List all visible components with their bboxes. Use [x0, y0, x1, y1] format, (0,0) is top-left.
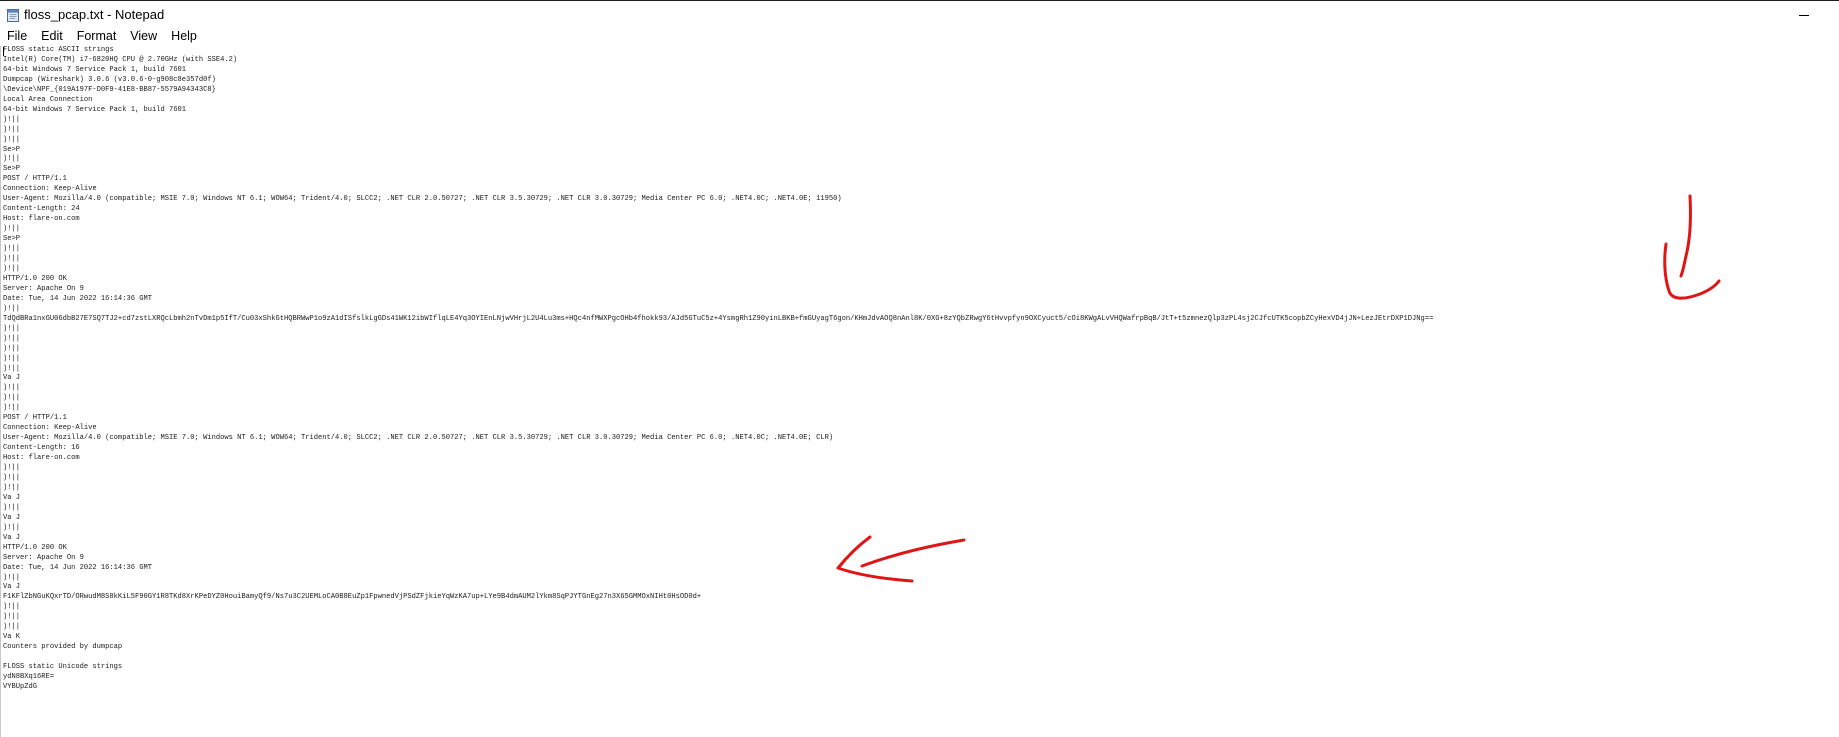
title-bar[interactable]: floss_pcap.txt - Notepad: [0, 1, 1839, 29]
menu-bar: File Edit Format View Help: [0, 27, 1839, 45]
notepad-icon: [6, 8, 20, 22]
menu-edit[interactable]: Edit: [34, 27, 70, 45]
menu-help[interactable]: Help: [164, 27, 204, 45]
menu-view[interactable]: View: [123, 27, 164, 45]
editor-content[interactable]: FLOSS static ASCII strings Intel(R) Core…: [3, 46, 1433, 693]
notepad-window: floss_pcap.txt - Notepad File Edit Forma…: [0, 0, 1839, 737]
menu-file[interactable]: File: [0, 27, 34, 45]
minimize-button[interactable]: [1790, 2, 1818, 28]
text-caret: [3, 47, 4, 56]
text-editor[interactable]: FLOSS static ASCII strings Intel(R) Core…: [0, 46, 1839, 737]
minimize-icon: [1799, 14, 1809, 16]
window-title: floss_pcap.txt - Notepad: [24, 7, 165, 22]
menu-format[interactable]: Format: [70, 27, 124, 45]
